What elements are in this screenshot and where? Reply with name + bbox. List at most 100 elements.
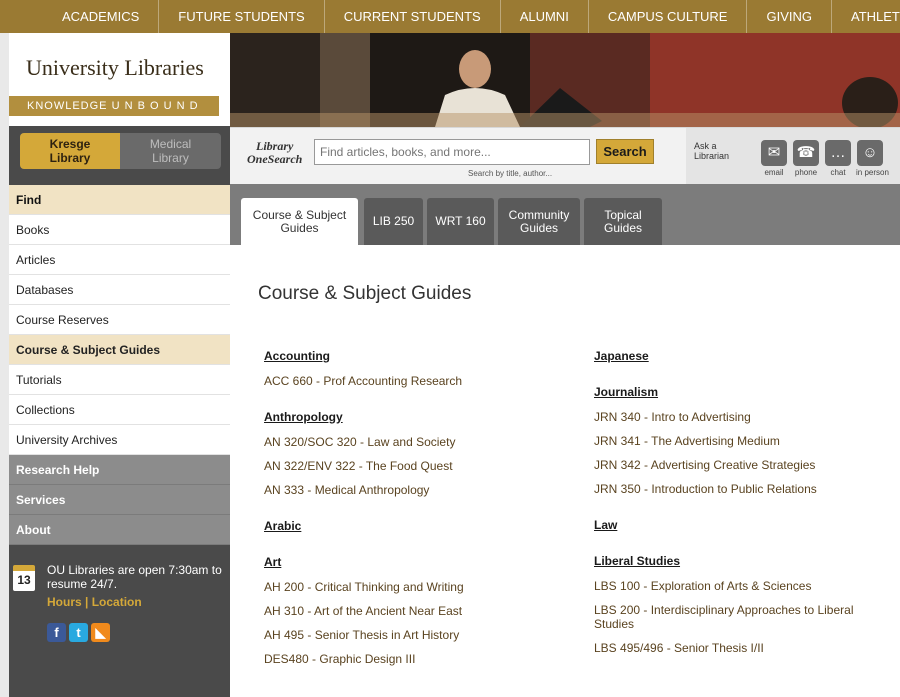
course-guide-link[interactable]: LBS 100 - Exploration of Arts & Sciences <box>594 579 894 593</box>
sidebar-item-course-reserves[interactable]: Course Reserves <box>9 305 230 335</box>
course-guide-link[interactable]: JRN 350 - Introduction to Public Relatio… <box>594 482 894 496</box>
contact-label: email <box>764 168 784 177</box>
hours-text: OU Libraries are open 7:30am to resume 2… <box>47 563 222 591</box>
ask-librarian-label: Ask a Librarian <box>694 141 729 161</box>
facebook-icon[interactable]: f <box>47 623 66 642</box>
top-navigation: ACADEMICS FUTURE STUDENTS CURRENT STUDENTS… <box>0 0 900 33</box>
sidebar-item-tutorials[interactable]: Tutorials <box>9 365 230 395</box>
course-guide-link[interactable]: AN 322/ENV 322 - The Food Quest <box>264 459 564 473</box>
subject-group: Law <box>594 518 894 532</box>
tab-wrt-160[interactable]: WRT 160 <box>427 198 494 245</box>
sidebar-item-research-help[interactable]: Research Help <box>9 455 230 485</box>
search-input[interactable] <box>314 139 590 165</box>
sidebar-item-course-subject-guides[interactable]: Course & Subject Guides <box>9 335 230 365</box>
logo-title: University Libraries <box>26 55 204 80</box>
course-guide-link[interactable]: AH 200 - Critical Thinking and Writing <box>264 580 564 594</box>
contact-phone-button[interactable]: ☎ phone <box>792 140 820 177</box>
tab-community-guides[interactable]: Community Guides <box>498 198 580 245</box>
subject-link-law[interactable]: Law <box>594 518 894 532</box>
search-hint: Search by title, author... <box>468 169 553 178</box>
contact-label: chat <box>830 168 846 177</box>
contact-in-person-button[interactable]: ☺ in person <box>856 140 889 177</box>
course-guide-link[interactable]: AH 495 - Senior Thesis in Art History <box>264 628 564 642</box>
course-guide-link[interactable]: ACC 660 - Prof Accounting Research <box>264 374 564 388</box>
course-guide-link[interactable]: LBS 495/496 - Senior Thesis I/II <box>594 641 894 655</box>
topnav-athletics[interactable]: ATHLETICS <box>832 0 900 33</box>
ask-label-line1: Ask a <box>694 141 717 151</box>
course-guide-link[interactable]: DES480 - Graphic Design III <box>264 652 564 666</box>
course-guide-link[interactable]: AN 320/SOC 320 - Law and Society <box>264 435 564 449</box>
onesearch-logo[interactable]: Library OneSearch <box>247 140 302 166</box>
onesearch-logo-line2: OneSearch <box>247 152 303 166</box>
tab-lib-250[interactable]: LIB 250 <box>364 198 423 245</box>
tab-course-subject-guides[interactable]: Course & Subject Guides <box>241 198 358 245</box>
topnav-current-students[interactable]: CURRENT STUDENTS <box>325 0 501 33</box>
contact-chat-button[interactable]: … chat <box>824 140 852 177</box>
calendar-icon: 13 <box>13 565 35 591</box>
contact-label: phone <box>794 168 818 177</box>
hours-link[interactable]: Hours <box>47 595 82 609</box>
subject-group: Journalism JRN 340 - Intro to Advertising… <box>594 385 894 496</box>
contact-label: in person <box>856 168 889 177</box>
subject-link-art[interactable]: Art <box>264 555 564 569</box>
ask-a-librarian: Ask a Librarian ✉ email ☎ phone … chat ☺ in per… <box>686 128 900 185</box>
subject-link-anthropology[interactable]: Anthropology <box>264 410 564 424</box>
topnav-future-students[interactable]: FUTURE STUDENTS <box>159 0 325 33</box>
subject-group: Art AH 200 - Critical Thinking and Writin… <box>264 555 564 666</box>
topnav-academics[interactable]: ACADEMICS <box>43 0 160 33</box>
topnav-campus-culture[interactable]: CAMPUS CULTURE <box>589 0 748 33</box>
course-guide-link[interactable]: LBS 200 - Interdisciplinary Approaches t… <box>594 603 894 631</box>
library-logo[interactable]: University Libraries KNOWLEDGE U N B O U… <box>9 33 230 126</box>
topnav-alumni[interactable]: ALUMNI <box>501 0 589 33</box>
topnav-giving[interactable]: GIVING <box>747 0 832 33</box>
sidebar-item-services[interactable]: Services <box>9 485 230 515</box>
subject-link-japanese[interactable]: Japanese <box>594 349 894 363</box>
sidebar-item-collections[interactable]: Collections <box>9 395 230 425</box>
guides-right-column: Japanese Journalism JRN 340 - Intro to Adv… <box>594 349 894 677</box>
sidebar-item-find[interactable]: Find <box>9 185 230 215</box>
location-link[interactable]: Location <box>92 595 142 609</box>
subject-link-journalism[interactable]: Journalism <box>594 385 894 399</box>
ask-label-line2: Librarian <box>694 151 730 161</box>
left-sidebar: University Libraries KNOWLEDGE U N B O U… <box>9 33 230 697</box>
search-bar: Library OneSearch Search by title, autho… <box>230 127 900 185</box>
sidebar-item-databases[interactable]: Databases <box>9 275 230 305</box>
subject-link-arabic[interactable]: Arabic <box>264 519 564 533</box>
main-content: Course & Subject Guides Accounting ACC 66… <box>230 245 900 697</box>
contact-email-button[interactable]: ✉ email <box>760 140 788 177</box>
course-guide-link[interactable]: JRN 342 - Advertising Creative Strategie… <box>594 458 894 472</box>
subject-link-accounting[interactable]: Accounting <box>264 349 564 363</box>
library-switcher: Kresge Library Medical Library <box>20 133 221 169</box>
twitter-icon[interactable]: t <box>69 623 88 642</box>
hours-links: Hours | Location <box>47 595 142 609</box>
sidebar-item-university-archives[interactable]: University Archives <box>9 425 230 455</box>
course-guide-link[interactable]: AH 310 - Art of the Ancient Near East <box>264 604 564 618</box>
course-guide-link[interactable]: AN 333 - Medical Anthropology <box>264 483 564 497</box>
sidebar-item-about[interactable]: About <box>9 515 230 545</box>
guide-tabs: Course & Subject Guides LIB 250 WRT 160 Comm… <box>230 184 900 245</box>
course-guide-link[interactable]: JRN 341 - The Advertising Medium <box>594 434 894 448</box>
sidebar-item-books[interactable]: Books <box>9 215 230 245</box>
chat-icon: … <box>825 140 851 166</box>
side-navigation: Find Books Articles Databases Course Reserve… <box>9 185 230 545</box>
course-guide-link[interactable]: JRN 340 - Intro to Advertising <box>594 410 894 424</box>
subject-group: Liberal Studies LBS 100 - Exploration of … <box>594 554 894 655</box>
header-photo-art <box>230 33 900 127</box>
page-title: Course & Subject Guides <box>258 283 472 304</box>
subject-link-liberal-studies[interactable]: Liberal Studies <box>594 554 894 568</box>
header-photo <box>230 33 900 127</box>
guides-left-column: Accounting ACC 660 - Prof Accounting Rese… <box>264 349 564 688</box>
rss-icon[interactable]: ◣ <box>91 623 110 642</box>
tab-topical-guides[interactable]: Topical Guides <box>584 198 662 245</box>
in-person-icon: ☺ <box>857 140 883 166</box>
sidebar-item-articles[interactable]: Articles <box>9 245 230 275</box>
link-separator: | <box>85 595 89 609</box>
search-button[interactable]: Search <box>596 139 654 164</box>
kresge-library-button[interactable]: Kresge Library <box>20 133 120 169</box>
social-links: f t ◣ <box>47 623 110 642</box>
subject-group: Japanese <box>594 349 894 363</box>
phone-icon: ☎ <box>793 140 819 166</box>
logo-tagline: KNOWLEDGE U N B O U N D <box>9 96 219 116</box>
medical-library-button[interactable]: Medical Library <box>120 133 221 169</box>
subject-group: Anthropology AN 320/SOC 320 - Law and Soc… <box>264 410 564 497</box>
